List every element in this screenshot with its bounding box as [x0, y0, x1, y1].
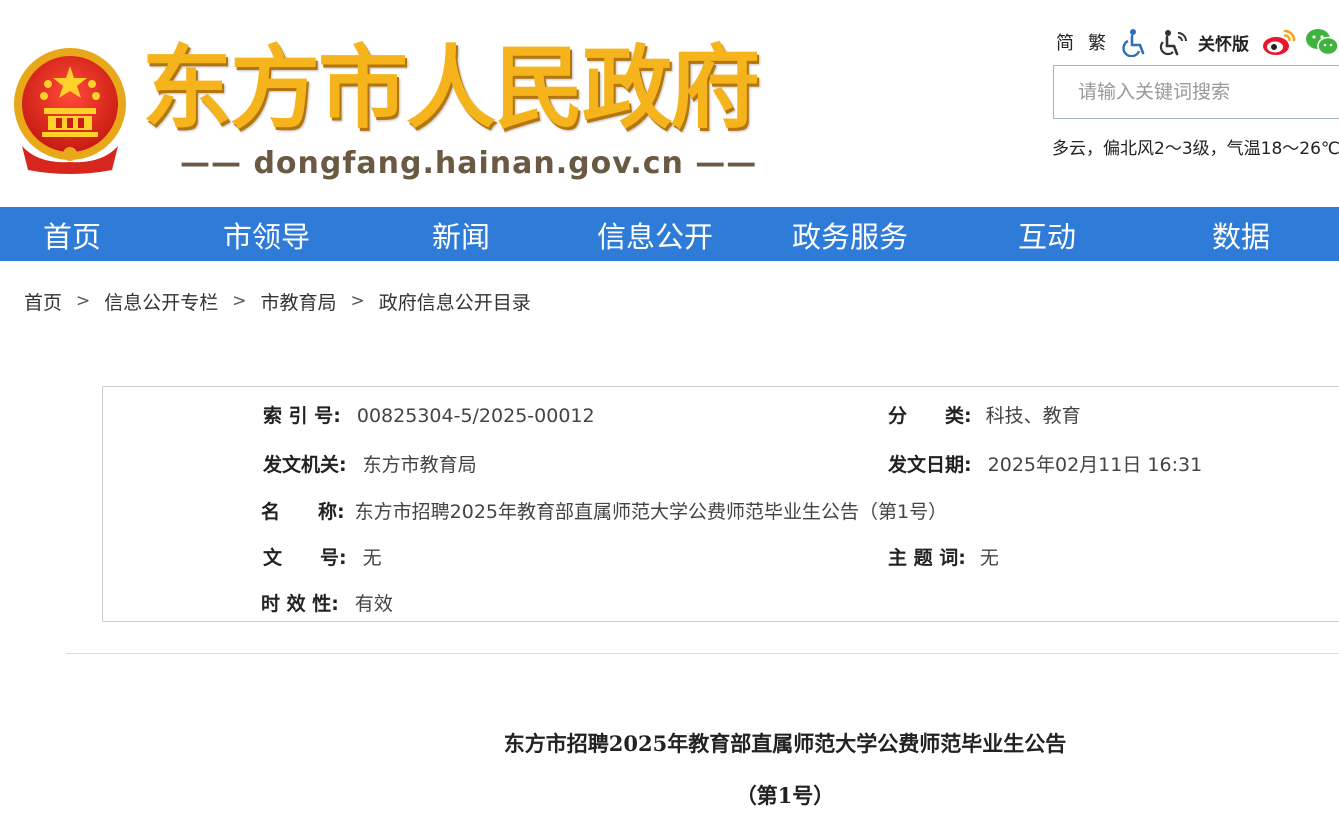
- breadcrumb-education-bureau[interactable]: 市教育局: [261, 288, 337, 315]
- meta-issuer-value: 东方市教育局: [362, 454, 477, 476]
- wheelchair-icon[interactable]: [1120, 27, 1150, 57]
- wechat-icon[interactable]: [1305, 27, 1339, 57]
- breadcrumb: 首页 > 信息公开专栏 > 市教育局 > 政府信息公开目录: [24, 286, 531, 316]
- site-domain: —— dongfang.hainan.gov.cn ——: [180, 146, 758, 181]
- breadcrumb-separator: >: [350, 291, 365, 311]
- simplified-chinese-link[interactable]: 简: [1056, 29, 1074, 55]
- weather-info: 多云，偏北风2～3级，气温18～26℃: [1052, 139, 1339, 159]
- site-title[interactable]: 东方市人民政府: [142, 34, 760, 144]
- weibo-icon[interactable]: [1261, 27, 1297, 57]
- nav-item-home[interactable]: 首页: [43, 207, 101, 261]
- meta-docno-label: 文 号:: [263, 547, 347, 569]
- nav-item-news[interactable]: 新闻: [432, 207, 490, 261]
- nav-item-data[interactable]: 数据: [1212, 207, 1270, 261]
- site-header: 东方市人民政府 —— dongfang.hainan.gov.cn —— 简 繁…: [0, 0, 1339, 207]
- meta-issuer-row: 发文机关: 东方市教育局: [263, 450, 477, 477]
- national-emblem-icon[interactable]: [8, 46, 132, 176]
- nav-item-interaction[interactable]: 互动: [1018, 207, 1076, 261]
- breadcrumb-separator: >: [232, 291, 247, 311]
- search-input[interactable]: [1076, 66, 1339, 118]
- traditional-chinese-link[interactable]: 繁: [1088, 29, 1106, 55]
- meta-date-row: 发文日期: 2025年02月11日 16:31: [888, 450, 1202, 477]
- meta-category-value: 科技、教育: [985, 405, 1081, 427]
- elderly-care-icon[interactable]: [1158, 27, 1190, 57]
- meta-issuer-label: 发文机关:: [263, 454, 347, 476]
- nav-item-leaders[interactable]: 市领导: [223, 207, 310, 261]
- meta-name-value: 东方市招聘2025年教育部直属师范大学公费师范毕业生公告（第1号）: [354, 501, 948, 523]
- meta-category-row: 分 类: 科技、教育: [888, 401, 1081, 428]
- meta-date-label: 发文日期:: [888, 454, 972, 476]
- meta-category-label: 分 类:: [888, 405, 972, 427]
- meta-keyword-label: 主 题 词:: [888, 547, 966, 569]
- breadcrumb-separator: >: [76, 291, 91, 311]
- main-nav: 首页 市领导 新闻 信息公开 政务服务 互动 数据: [0, 207, 1339, 261]
- nav-item-gov-services[interactable]: 政务服务: [792, 207, 908, 261]
- meta-validity-value: 有效: [354, 593, 393, 615]
- article-title: 东方市招聘2025年教育部直属师范大学公费师范毕业生公告: [503, 731, 1067, 756]
- content-divider: [66, 653, 1339, 654]
- article-subtitle: （第1号）: [735, 783, 835, 808]
- meta-index-value: 00825304-5/2025-00012: [356, 405, 595, 427]
- meta-keyword-row: 主 题 词: 无: [888, 543, 999, 570]
- nav-item-info-disclosure[interactable]: 信息公开: [597, 207, 713, 261]
- meta-index-label: 索 引 号:: [263, 405, 341, 427]
- meta-docno-value: 无: [362, 547, 382, 569]
- meta-index-row: 索 引 号: 00825304-5/2025-00012: [263, 401, 595, 428]
- meta-date-value: 2025年02月11日 16:31: [987, 454, 1203, 476]
- meta-docno-row: 文 号: 无: [263, 543, 382, 570]
- meta-validity-label: 时 效 性:: [261, 593, 339, 615]
- meta-name-label: 名 称:: [261, 501, 345, 523]
- meta-keyword-value: 无: [979, 547, 999, 569]
- meta-name-row: 名 称: 东方市招聘2025年教育部直属师范大学公费师范毕业生公告（第1号）: [261, 497, 947, 524]
- search-box: [1053, 65, 1339, 119]
- meta-validity-row: 时 效 性: 有效: [261, 589, 393, 616]
- care-mode-link[interactable]: 关怀版: [1198, 30, 1249, 55]
- header-tools: 简 繁 关怀版: [1056, 26, 1339, 58]
- breadcrumb-info-column[interactable]: 信息公开专栏: [104, 288, 218, 315]
- breadcrumb-home[interactable]: 首页: [24, 288, 62, 315]
- document-meta-table: 索 引 号: 00825304-5/2025-00012 分 类: 科技、教育 …: [102, 386, 1339, 622]
- breadcrumb-catalog[interactable]: 政府信息公开目录: [379, 288, 531, 315]
